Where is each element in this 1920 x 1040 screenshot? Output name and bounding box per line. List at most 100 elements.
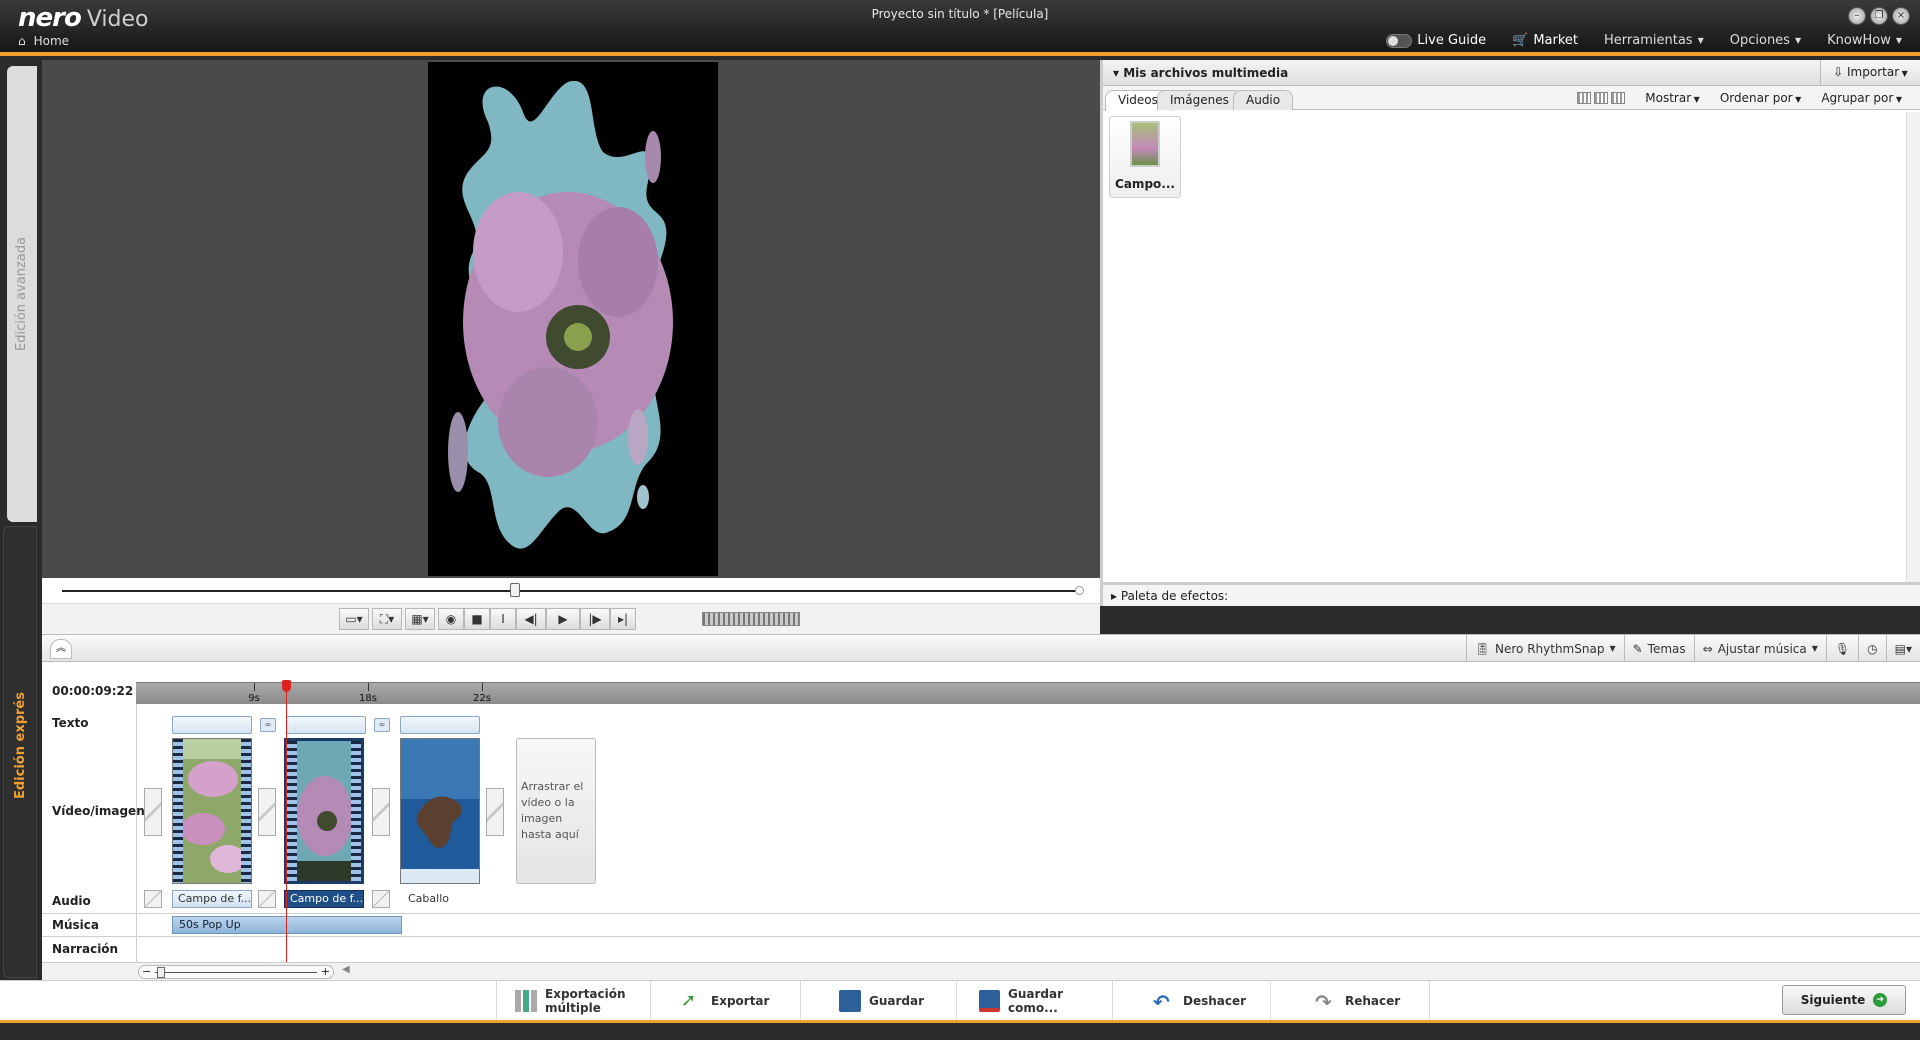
audio-transition[interactable] (144, 890, 162, 908)
large-icons-view-icon[interactable] (1577, 92, 1592, 104)
video-clip-selected[interactable] (284, 738, 364, 884)
transition-slot[interactable] (144, 788, 162, 836)
previous-frame-button[interactable]: ◀| (516, 608, 546, 630)
link-icon[interactable]: ∞ (374, 718, 390, 732)
library-scrollbar[interactable] (1906, 112, 1920, 606)
video-clip[interactable] (172, 738, 252, 884)
home-link[interactable]: ⌂ Home (18, 34, 69, 48)
jog-shuttle[interactable] (702, 612, 800, 626)
restore-button[interactable]: ❐ (1870, 7, 1888, 25)
herramientas-menu[interactable]: Herramientas ▼ (1604, 33, 1704, 48)
undo-button[interactable]: ↶ Deshacer (1112, 981, 1270, 1021)
text-slot[interactable] (400, 716, 480, 734)
ordenar-menu[interactable]: Ordenar por ▼ (1720, 91, 1801, 105)
tab-express-edit[interactable]: Edición exprés (3, 526, 37, 978)
effects-palette[interactable]: ▸ Paleta de efectos: (1103, 582, 1920, 606)
film-perforation (287, 741, 297, 881)
mode-tabs: Edición avanzada Edición exprés (0, 60, 42, 980)
audio-clip[interactable]: Caballo (408, 892, 449, 905)
timer-button[interactable]: ◷ (1858, 635, 1885, 662)
audio-clip-selected[interactable]: Campo de f... (284, 890, 364, 908)
track-label-narration: Narración (52, 942, 119, 956)
opciones-menu[interactable]: Opciones ▼ (1730, 33, 1801, 48)
grid-view-icon[interactable] (1594, 92, 1609, 104)
ajustar-musica-button[interactable]: ⇔ Ajustar música ▼ (1693, 635, 1826, 662)
audio-transition[interactable] (258, 890, 276, 908)
zoom-out-icon[interactable]: − (142, 965, 151, 978)
list-view-icon[interactable] (1611, 92, 1626, 104)
aspect-ratio-button[interactable]: ▦▾ (405, 608, 435, 630)
agrupar-menu[interactable]: Agrupar por ▼ (1821, 91, 1902, 105)
display-mode-button[interactable]: ▭▾ (339, 608, 369, 630)
zoom-slider[interactable]: − + (138, 965, 334, 979)
time-ruler[interactable]: 9s 18s 22s (136, 682, 1920, 704)
camera-icon: ◉ (445, 612, 457, 626)
record-narration-button[interactable]: 🎙 (1825, 635, 1858, 662)
transition-slot[interactable] (258, 788, 276, 836)
agrupar-label: Agrupar por (1821, 91, 1894, 105)
library-header: ▾ Mis archivos multimedia ⇩ Importar ▼ (1103, 60, 1920, 86)
video-preview[interactable] (428, 62, 718, 576)
temas-button[interactable]: ✎ Temas (1623, 635, 1694, 662)
chevron-down-icon: ▼ (1697, 36, 1704, 45)
fit-view-button[interactable]: ⛶▾ (372, 608, 402, 630)
transition-slot[interactable] (486, 788, 504, 836)
zoom-in-icon[interactable]: + (321, 965, 330, 978)
snapshot-button[interactable]: ◉ (438, 608, 464, 630)
export-button[interactable]: ➚ Exportar (650, 981, 800, 1021)
media-item[interactable]: Campo... (1109, 116, 1181, 198)
minimize-button[interactable]: – (1848, 7, 1866, 25)
tab-images[interactable]: Imágenes (1157, 90, 1242, 110)
live-guide-toggle[interactable]: Live Guide (1386, 33, 1486, 48)
audio-transition[interactable] (372, 890, 390, 908)
audio-clip[interactable]: Campo de f... (172, 890, 252, 908)
timeline-zoom-row: − + ◀ (42, 962, 1920, 980)
playhead[interactable] (282, 680, 291, 962)
go-to-end-button[interactable]: ▸| (610, 608, 636, 630)
text-slot[interactable] (172, 716, 252, 734)
playback-controls: ▭▾ ⛶▾ ▦▾ ◉ ■ Ι ◀| ▶ |▶ ▸| (42, 604, 1100, 634)
timeline-settings-button[interactable]: ▤▾ (1885, 635, 1920, 662)
chevron-down-icon: ▼ (1691, 95, 1700, 104)
rhythmsnap-button[interactable]: 🎚 Nero RhythmSnap ▼ (1465, 635, 1624, 662)
redo-button[interactable]: ↷ Rehacer (1270, 981, 1430, 1021)
go-to-start-button[interactable]: Ι (490, 608, 516, 630)
window-controls: – ❐ × (1848, 7, 1910, 25)
drop-zone[interactable]: Arrastrar el vídeo o la imagen hasta aqu… (516, 738, 596, 884)
chevron-down-icon: ▼ (1899, 69, 1908, 78)
ruler-label: 18s (359, 693, 377, 704)
next-button[interactable]: Siguiente ➜ (1782, 985, 1906, 1015)
market-menu[interactable]: 🛒 Market (1512, 33, 1578, 48)
export-label: Exportar (711, 994, 770, 1008)
scroll-left-icon[interactable]: ◀ (342, 964, 350, 975)
transition-slot[interactable] (372, 788, 390, 836)
export-multiple-button[interactable]: Exportación múltiple (496, 981, 650, 1021)
save-as-button[interactable]: Guardar como... (956, 981, 1112, 1021)
tab-audio[interactable]: Audio (1233, 90, 1294, 110)
scrub-handle[interactable] (510, 583, 520, 597)
zoom-handle[interactable] (157, 967, 165, 978)
save-as-icon (979, 990, 1000, 1012)
library-options: Mostrar ▼ Ordenar por ▼ Agrupar por ▼ (1577, 91, 1902, 105)
preview-scrubber[interactable] (42, 578, 1100, 604)
collapse-timeline-button[interactable]: ︽ (50, 639, 72, 659)
image-clip[interactable] (400, 738, 480, 884)
stop-button[interactable]: ■ (464, 608, 490, 630)
undo-label: Deshacer (1183, 994, 1247, 1008)
track-separator (42, 936, 1920, 937)
close-button[interactable]: × (1892, 7, 1910, 25)
import-button[interactable]: ⇩ Importar ▼ (1820, 60, 1920, 85)
library-title[interactable]: ▾ Mis archivos multimedia (1113, 66, 1288, 80)
link-icon[interactable]: ∞ (260, 718, 276, 732)
knowhow-menu[interactable]: KnowHow ▼ (1827, 33, 1902, 48)
title-bar: nero Video Proyecto sin título * [Películ… (0, 0, 1920, 56)
save-button[interactable]: Guardar (800, 981, 956, 1021)
scrub-track (62, 590, 1080, 592)
text-slot[interactable] (286, 716, 366, 734)
ruler-tick (368, 683, 369, 691)
tab-advanced-edit[interactable]: Edición avanzada (7, 66, 37, 522)
mostrar-menu[interactable]: Mostrar ▼ (1645, 91, 1700, 105)
next-frame-button[interactable]: |▶ (580, 608, 610, 630)
play-button[interactable]: ▶ (546, 608, 580, 630)
music-clip[interactable]: 50s Pop Up (172, 916, 402, 934)
